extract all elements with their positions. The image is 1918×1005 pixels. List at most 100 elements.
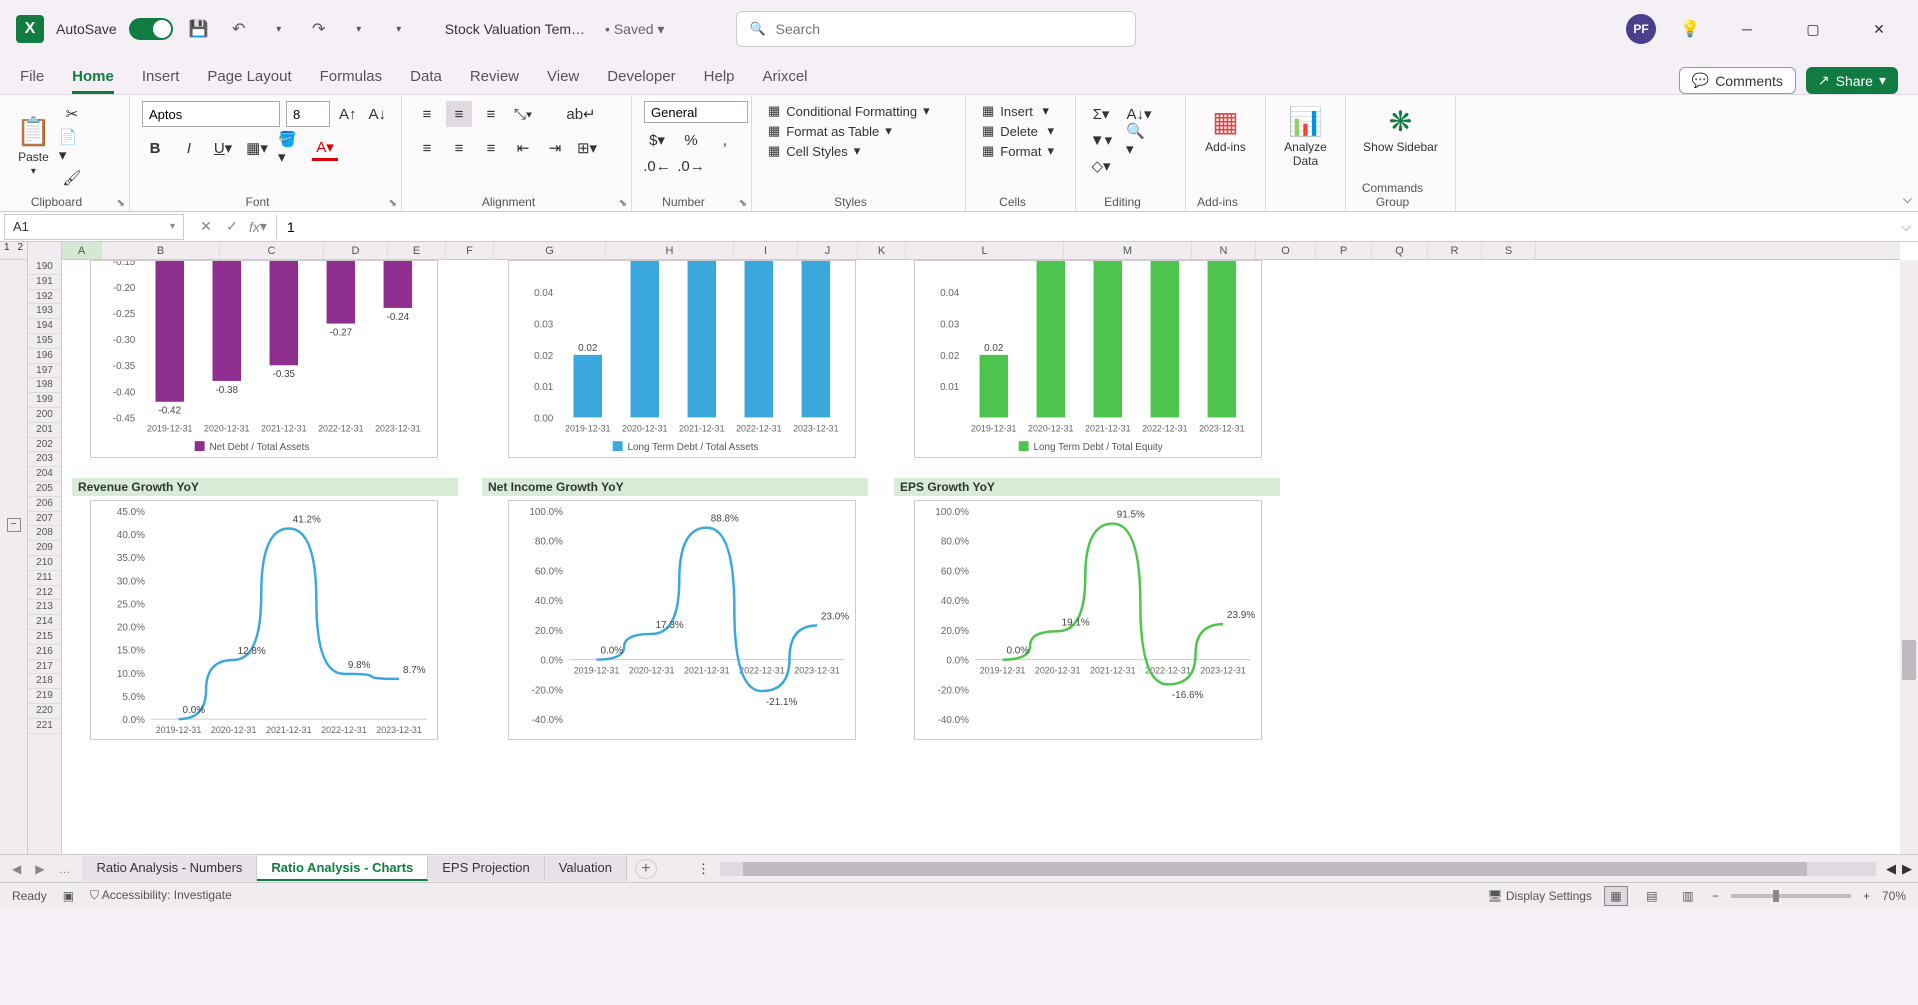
chart[interactable]: 100.0%80.0%60.0%40.0%20.0%0.0%-20.0%-40.… (914, 500, 1262, 740)
borders-icon[interactable]: ▦▾ (244, 135, 270, 161)
outline-level-1[interactable]: 1 (0, 242, 14, 260)
accessibility-status[interactable]: ⛉ Accessibility: Investigate (90, 888, 232, 903)
tab-view[interactable]: View (547, 68, 579, 94)
row-header[interactable]: 192 (28, 290, 61, 305)
tab-formulas[interactable]: Formulas (320, 68, 383, 94)
sheet-tab[interactable]: Ratio Analysis - Charts (257, 856, 428, 881)
column-header[interactable]: B (102, 242, 220, 259)
chart[interactable]: 0.040.030.020.010.022019-12-312020-12-31… (914, 260, 1262, 458)
tab-file[interactable]: File (20, 68, 44, 94)
font-name-select[interactable] (142, 101, 280, 127)
row-header[interactable]: 215 (28, 630, 61, 645)
sheet-tab[interactable]: Ratio Analysis - Numbers (82, 856, 257, 881)
find-icon[interactable]: 🔍▾ (1126, 127, 1152, 153)
sheet-nav-next[interactable]: ▶ (31, 860, 48, 878)
decrease-indent-icon[interactable]: ⇤ (510, 135, 536, 161)
column-header[interactable]: G (494, 242, 606, 259)
font-launcher[interactable]: ⬊ (389, 198, 397, 209)
horizontal-scrollbar[interactable] (720, 862, 1876, 876)
row-header[interactable]: 220 (28, 704, 61, 719)
decrease-font-icon[interactable]: A↓ (366, 101, 390, 127)
accept-formula-icon[interactable]: ✓ (220, 215, 244, 239)
row-header[interactable]: 190 (28, 260, 61, 275)
column-header[interactable]: P (1316, 242, 1372, 259)
comments-button[interactable]: 💬 Comments (1679, 67, 1796, 94)
search-box[interactable]: 🔍 (736, 11, 1136, 47)
cell-styles-button[interactable]: ▦ Cell Styles ▾ (764, 141, 953, 161)
row-header[interactable]: 216 (28, 645, 61, 660)
row-header[interactable]: 219 (28, 689, 61, 704)
percent-icon[interactable]: % (678, 127, 704, 153)
row-header[interactable]: 205 (28, 482, 61, 497)
row-header[interactable]: 211 (28, 571, 61, 586)
tab-help[interactable]: Help (704, 68, 735, 94)
redo-dropdown-icon[interactable]: ▾ (345, 15, 373, 43)
font-size-select[interactable] (286, 101, 330, 127)
tab-page-layout[interactable]: Page Layout (207, 68, 291, 94)
fill-color-icon[interactable]: 🪣▾ (278, 135, 304, 161)
align-right-icon[interactable]: ≡ (478, 135, 504, 161)
column-header[interactable]: H (606, 242, 734, 259)
italic-icon[interactable]: I (176, 135, 202, 161)
increase-indent-icon[interactable]: ⇥ (542, 135, 568, 161)
grid-content[interactable]: -0.15-0.20-0.25-0.30-0.35-0.40-0.45-0.42… (62, 260, 1900, 854)
hscroll-right[interactable]: ▶ (1902, 861, 1912, 877)
row-header[interactable]: 213 (28, 600, 61, 615)
font-color-icon[interactable]: A▾ (312, 135, 338, 161)
row-header[interactable]: 218 (28, 674, 61, 689)
column-header[interactable]: F (446, 242, 494, 259)
vscroll-thumb[interactable] (1902, 640, 1916, 680)
conditional-formatting-button[interactable]: ▦ Conditional Formatting ▾ (764, 101, 953, 121)
chart[interactable]: 0.040.030.020.010.000.022019-12-312020-1… (508, 260, 856, 458)
zoom-out-button[interactable]: − (1712, 889, 1719, 903)
row-header[interactable]: 195 (28, 334, 61, 349)
chart[interactable]: 45.0%40.0%35.0%30.0%25.0%20.0%15.0%10.0%… (90, 500, 438, 740)
align-left-icon[interactable]: ≡ (414, 135, 440, 161)
clear-icon[interactable]: ◇▾ (1088, 153, 1114, 179)
share-button[interactable]: ↗ Share ▾ (1806, 67, 1898, 94)
row-header[interactable]: 208 (28, 526, 61, 541)
column-header[interactable]: C (220, 242, 324, 259)
row-header[interactable]: 196 (28, 349, 61, 364)
cut-icon[interactable]: ✂ (59, 101, 85, 127)
undo-icon[interactable]: ↶ (225, 15, 253, 43)
page-break-view-icon[interactable]: ▥ (1676, 886, 1700, 906)
minimize-button[interactable]: ─ (1724, 13, 1770, 45)
column-header[interactable]: I (734, 242, 798, 259)
zoom-level[interactable]: 70% (1882, 889, 1906, 903)
align-center-icon[interactable]: ≡ (446, 135, 472, 161)
fx-icon[interactable]: fx▾ (246, 215, 270, 239)
row-header[interactable]: 212 (28, 586, 61, 601)
macro-record-icon[interactable]: ▣ (63, 889, 74, 903)
autosum-icon[interactable]: Σ▾ (1088, 101, 1114, 127)
zoom-in-button[interactable]: + (1863, 889, 1870, 903)
row-header[interactable]: 206 (28, 497, 61, 512)
copy-icon[interactable]: 📄▾ (59, 133, 85, 159)
column-header[interactable]: Q (1372, 242, 1428, 259)
column-header[interactable]: E (388, 242, 446, 259)
undo-dropdown-icon[interactable]: ▾ (265, 15, 293, 43)
row-header[interactable]: 191 (28, 275, 61, 290)
ribbon-collapse-icon[interactable]: ⌵ (1903, 192, 1912, 207)
tab-arixcel[interactable]: Arixcel (763, 68, 808, 94)
row-header[interactable]: 203 (28, 452, 61, 467)
column-header[interactable]: J (798, 242, 858, 259)
row-header[interactable]: 214 (28, 615, 61, 630)
addins-button[interactable]: ▦ Add-ins (1198, 101, 1253, 158)
tab-review[interactable]: Review (470, 68, 519, 94)
sheet-bar-menu-icon[interactable]: ⋮ (697, 861, 710, 877)
row-header[interactable]: 204 (28, 467, 61, 482)
show-sidebar-button[interactable]: ❋ Show Sidebar (1358, 101, 1443, 158)
chart[interactable]: 100.0%80.0%60.0%40.0%20.0%0.0%-20.0%-40.… (508, 500, 856, 740)
column-header[interactable]: A (62, 242, 102, 259)
save-status[interactable]: • Saved ▾ (605, 21, 664, 38)
maximize-button[interactable]: ▢ (1790, 13, 1836, 45)
tab-data[interactable]: Data (410, 68, 442, 94)
formula-input[interactable] (277, 219, 1894, 235)
increase-font-icon[interactable]: A↑ (336, 101, 360, 127)
increase-decimal-icon[interactable]: .0← (644, 153, 670, 179)
comma-icon[interactable]: , (712, 127, 738, 153)
format-as-table-button[interactable]: ▦ Format as Table ▾ (764, 121, 953, 141)
delete-cells-button[interactable]: ▦ Delete ▾ (978, 121, 1063, 141)
row-header[interactable]: 194 (28, 319, 61, 334)
